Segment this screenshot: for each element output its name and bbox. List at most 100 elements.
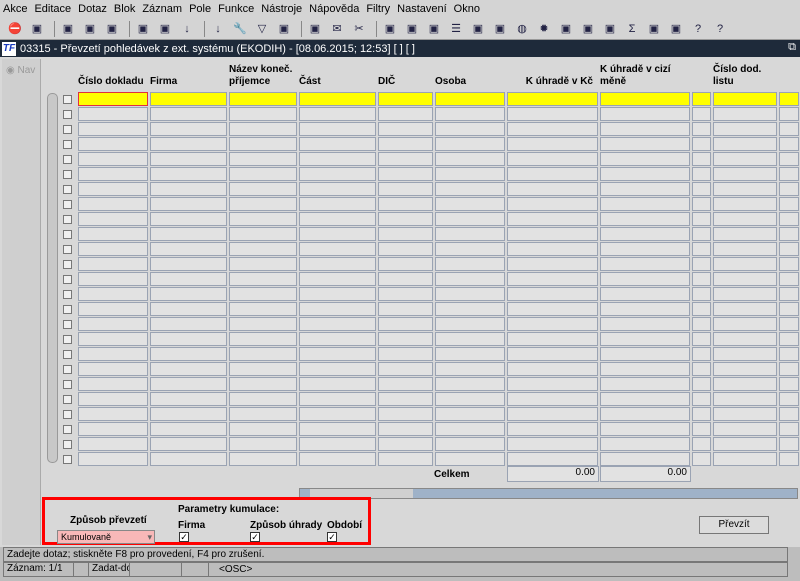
grid-cell[interactable] bbox=[229, 362, 297, 376]
grid-cell[interactable] bbox=[229, 302, 297, 316]
row-select-checkbox[interactable] bbox=[63, 455, 72, 464]
wrench-icon[interactable]: 🔧 bbox=[231, 20, 249, 38]
grid-cell[interactable] bbox=[378, 452, 433, 466]
row-select-checkbox[interactable] bbox=[63, 140, 72, 149]
vertical-scrollbar[interactable] bbox=[47, 93, 58, 463]
grid-cell[interactable] bbox=[229, 332, 297, 346]
grid-cell[interactable] bbox=[507, 392, 598, 406]
grid-cell[interactable] bbox=[229, 437, 297, 451]
grid-cell[interactable] bbox=[600, 272, 690, 286]
grid-cell[interactable] bbox=[150, 362, 227, 376]
grid-cell[interactable] bbox=[713, 227, 777, 241]
grid-cell[interactable] bbox=[600, 362, 690, 376]
grid-cell[interactable] bbox=[229, 272, 297, 286]
grid-cell[interactable] bbox=[435, 422, 505, 436]
row-select-checkbox[interactable] bbox=[63, 395, 72, 404]
grid-cell[interactable] bbox=[78, 437, 148, 451]
grid-cell[interactable] bbox=[692, 362, 711, 376]
grid-cell[interactable] bbox=[507, 197, 598, 211]
grid-cell[interactable] bbox=[435, 272, 505, 286]
grid-cell[interactable] bbox=[779, 107, 799, 121]
grid-cell[interactable] bbox=[507, 422, 598, 436]
row-select-checkbox[interactable] bbox=[63, 275, 72, 284]
grid-cell[interactable] bbox=[378, 197, 433, 211]
grid-cell[interactable] bbox=[600, 92, 690, 106]
paste-icon[interactable]: ▣ bbox=[403, 20, 421, 38]
grid-cell[interactable] bbox=[507, 347, 598, 361]
exit-icon[interactable]: ⛔ bbox=[6, 20, 24, 38]
grid-cell[interactable] bbox=[600, 227, 690, 241]
grid-cell[interactable] bbox=[779, 452, 799, 466]
grid-cell[interactable] bbox=[435, 152, 505, 166]
grid-cell[interactable] bbox=[150, 437, 227, 451]
grid-cell[interactable] bbox=[378, 272, 433, 286]
row-select-checkbox[interactable] bbox=[63, 290, 72, 299]
run-icon[interactable]: ▣ bbox=[134, 20, 152, 38]
grid-cell[interactable] bbox=[229, 377, 297, 391]
grid-cell[interactable] bbox=[229, 287, 297, 301]
grid-cell[interactable] bbox=[600, 137, 690, 151]
grid-cell[interactable] bbox=[435, 167, 505, 181]
grid-cell[interactable] bbox=[507, 287, 598, 301]
clear-icon[interactable]: ▣ bbox=[156, 20, 174, 38]
grid-cell[interactable] bbox=[229, 197, 297, 211]
grid-cell[interactable] bbox=[692, 257, 711, 271]
print-setup-icon[interactable]: ▣ bbox=[306, 20, 324, 38]
grid-cell[interactable] bbox=[600, 197, 690, 211]
chart-icon[interactable]: ▣ bbox=[557, 20, 575, 38]
grid-cell[interactable] bbox=[229, 212, 297, 226]
grid-cell[interactable] bbox=[435, 212, 505, 226]
grid-cell[interactable] bbox=[692, 242, 711, 256]
grid-cell[interactable] bbox=[692, 332, 711, 346]
grid-cell[interactable] bbox=[713, 137, 777, 151]
row-select-checkbox[interactable] bbox=[63, 305, 72, 314]
grid-cell[interactable] bbox=[779, 227, 799, 241]
grid-cell[interactable] bbox=[435, 182, 505, 196]
grid-cell[interactable] bbox=[229, 122, 297, 136]
grid-cell[interactable] bbox=[299, 92, 376, 106]
grid-cell[interactable] bbox=[150, 302, 227, 316]
grid-cell[interactable] bbox=[435, 107, 505, 121]
grid-cell[interactable] bbox=[378, 407, 433, 421]
grid-cell[interactable] bbox=[779, 377, 799, 391]
grid-cell[interactable] bbox=[507, 272, 598, 286]
grid-cell[interactable] bbox=[299, 377, 376, 391]
grid-cell[interactable] bbox=[78, 452, 148, 466]
grid-cell[interactable] bbox=[78, 182, 148, 196]
open-folder-icon[interactable]: ▣ bbox=[103, 20, 121, 38]
grid-cell[interactable] bbox=[229, 407, 297, 421]
grid-cell[interactable] bbox=[229, 422, 297, 436]
grid-cell[interactable] bbox=[713, 167, 777, 181]
sum-icon[interactable]: Σ bbox=[623, 20, 641, 38]
grid-cell[interactable] bbox=[78, 137, 148, 151]
grid-cell[interactable] bbox=[600, 167, 690, 181]
grid-cell[interactable] bbox=[78, 362, 148, 376]
grid-cell[interactable] bbox=[779, 197, 799, 211]
grid-cell[interactable] bbox=[507, 212, 598, 226]
menu-7[interactable]: Nástroje bbox=[261, 3, 302, 15]
grid-cell[interactable] bbox=[692, 317, 711, 331]
grid-cell[interactable] bbox=[150, 182, 227, 196]
grid-cell[interactable] bbox=[713, 287, 777, 301]
grid-cell[interactable] bbox=[692, 422, 711, 436]
print-icon[interactable]: ▣ bbox=[275, 20, 293, 38]
grid-cell[interactable] bbox=[507, 137, 598, 151]
grid-cell[interactable] bbox=[150, 212, 227, 226]
grid-cell[interactable] bbox=[600, 182, 690, 196]
grid-cell[interactable] bbox=[779, 362, 799, 376]
grid-cell[interactable] bbox=[78, 257, 148, 271]
grid-cell[interactable] bbox=[150, 122, 227, 136]
grid-cell[interactable] bbox=[713, 242, 777, 256]
grid-cell[interactable] bbox=[299, 242, 376, 256]
cut-icon[interactable]: ✂ bbox=[350, 20, 368, 38]
grid-cell[interactable] bbox=[692, 152, 711, 166]
grid-cell[interactable] bbox=[713, 347, 777, 361]
grid-cell[interactable] bbox=[378, 287, 433, 301]
grid-cell[interactable] bbox=[713, 152, 777, 166]
grid-cell[interactable] bbox=[378, 332, 433, 346]
excel-icon[interactable]: ▣ bbox=[645, 20, 663, 38]
grid-cell[interactable] bbox=[150, 257, 227, 271]
grid-cell[interactable] bbox=[378, 212, 433, 226]
row-select-checkbox[interactable] bbox=[63, 215, 72, 224]
menu-11[interactable]: Okno bbox=[454, 3, 480, 15]
